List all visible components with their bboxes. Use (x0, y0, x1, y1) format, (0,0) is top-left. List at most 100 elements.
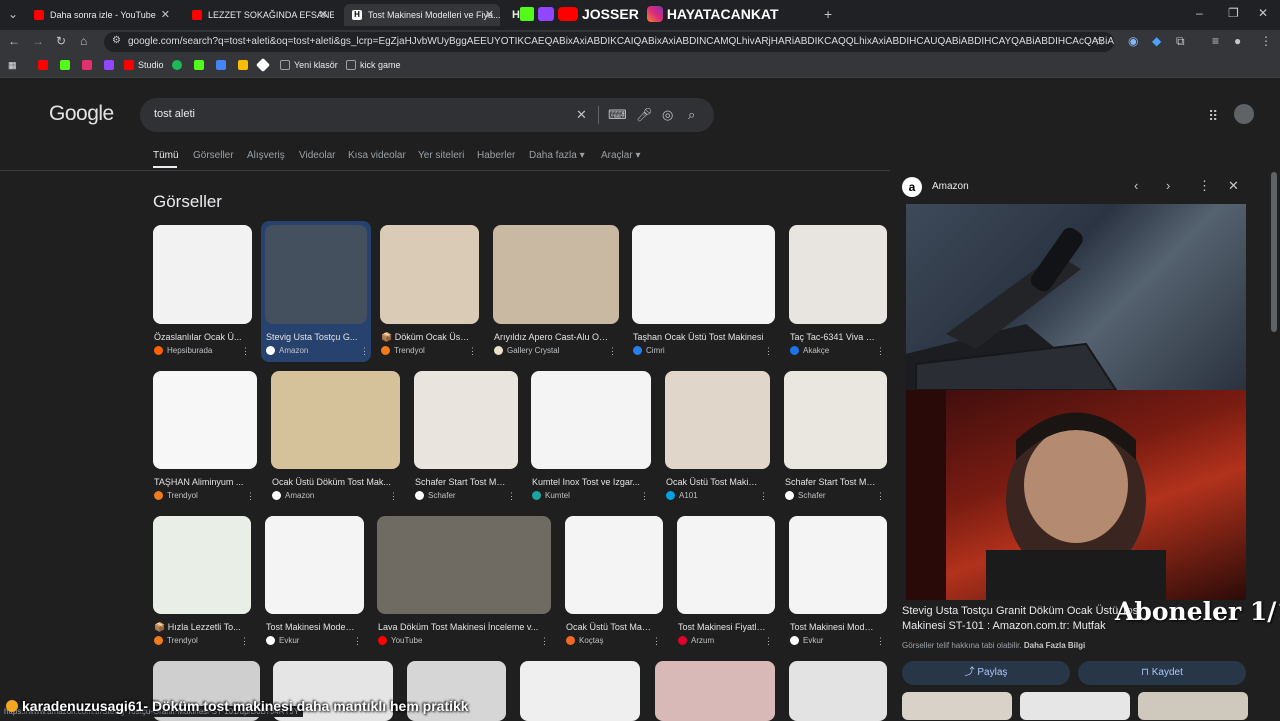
back-icon[interactable]: ← (8, 34, 20, 48)
tab-lezzet-sokagi[interactable]: LEZZET SOKAĞINDA EFSANE S... ✕ (184, 4, 334, 26)
result-source[interactable]: Schafer (785, 491, 826, 500)
bookmark-ext[interactable] (216, 60, 230, 70)
result-thumbnail[interactable] (414, 371, 518, 469)
result-thumbnail[interactable] (377, 516, 551, 614)
result-thumbnail[interactable] (789, 661, 887, 721)
tab-shopping[interactable]: Alışveriş (247, 150, 285, 161)
result-source[interactable]: Trendyol (381, 346, 425, 355)
tab-all[interactable]: Tümü (153, 150, 179, 161)
result-thumbnail[interactable] (655, 661, 775, 721)
related-image[interactable] (1020, 692, 1130, 720)
image-result-card[interactable]: Özaslanlılar Ocak Ü... Hepsiburada ⋮ (153, 225, 252, 366)
image-result-card[interactable]: Taşhan Ocak Üstü Tost Makinesi Cimri ⋮ (632, 225, 775, 366)
tab-more[interactable]: Daha fazla ▾ (529, 150, 585, 161)
scrollbar[interactable] (1271, 172, 1277, 332)
image-result-card[interactable] (789, 661, 887, 721)
result-thumbnail[interactable] (531, 371, 651, 469)
result-source[interactable]: Koçtaş (566, 636, 603, 645)
image-result-card[interactable]: Ocak Üstü Tost Maki... Koçtaş ⋮ (565, 516, 663, 656)
result-source[interactable]: YouTube (378, 636, 422, 645)
google-apps-icon[interactable]: ⠿ (1208, 108, 1218, 125)
bookmark-spotify[interactable] (172, 60, 186, 70)
result-title[interactable]: Stevig Usta Tostçu G... (266, 332, 366, 342)
result-title[interactable]: Özaslanlılar Ocak Ü... (154, 332, 243, 342)
result-title[interactable]: Taç Tac-6341 Viva D... (790, 332, 878, 342)
menu-kebab-icon[interactable]: ⋮ (1260, 34, 1272, 48)
panel-source[interactable]: Amazon (932, 181, 969, 192)
result-source[interactable]: A101 (666, 491, 698, 500)
result-thumbnail[interactable] (520, 661, 640, 721)
search-box[interactable]: tost aleti ✕ ⌨ 🎤︎ ◎ ⌕ (140, 98, 714, 132)
google-logo[interactable]: Google (49, 102, 114, 126)
lens-icon[interactable]: ◎ (662, 107, 673, 123)
image-result-card[interactable]: Ocak Üstü Tost Makinesi A101 ⋮ (665, 371, 770, 511)
result-title[interactable]: Schafer Start Tost Ma... (785, 477, 878, 487)
forward-icon[interactable]: → (32, 34, 44, 48)
image-result-card[interactable]: TAŞHAN Aliminyum ... Trendyol ⋮ (153, 371, 257, 511)
extension-shield-icon[interactable]: ◆ (1152, 34, 1161, 48)
search-input[interactable]: tost aleti (154, 108, 195, 120)
more-options-icon[interactable]: ⋮ (876, 346, 885, 357)
image-result-card[interactable]: 📦 Hızla Lezzetli To... Trendyol ⋮ (153, 516, 251, 656)
bookmark-kick-2[interactable] (194, 60, 208, 70)
close-icon[interactable]: ✕ (319, 8, 328, 21)
result-source[interactable]: Hepsiburada (154, 346, 212, 355)
new-tab-icon[interactable]: + (824, 6, 832, 22)
result-title[interactable]: Lava Döküm Tost Makinesi İnceleme v... (378, 622, 542, 632)
more-options-icon[interactable]: ⋮ (764, 636, 773, 647)
result-thumbnail[interactable] (632, 225, 775, 324)
result-source[interactable]: Akakçe (790, 346, 829, 355)
bookmark-kick[interactable] (60, 60, 74, 70)
more-options-icon[interactable]: ⋮ (608, 346, 617, 357)
image-result-card[interactable]: Ocak Üstü Döküm Tost Mak... Amazon ⋮ (271, 371, 400, 511)
microphone-icon[interactable]: 🎤︎ (636, 107, 653, 123)
more-options-icon[interactable]: ⋮ (246, 491, 255, 502)
more-options-icon[interactable]: ⋮ (640, 491, 649, 502)
image-result-card[interactable]: Arıyıldız Apero Cast-Alu Oc... Gallery Cr… (493, 225, 619, 366)
result-title[interactable]: Kumtel Inox Tost ve Izgar... (532, 477, 642, 487)
image-result-card[interactable]: Lava Döküm Tost Makinesi İnceleme v... Yo… (377, 516, 551, 656)
result-title[interactable]: Ocak Üstü Tost Maki... (566, 622, 654, 632)
image-result-card[interactable]: Kumtel Inox Tost ve Izgar... Kumtel ⋮ (531, 371, 651, 511)
reload-icon[interactable]: ↻ (56, 34, 66, 48)
bookmark-ext-2[interactable] (238, 60, 252, 70)
profile-avatar-icon[interactable]: ● (1234, 34, 1241, 48)
result-source[interactable]: Trendyol (154, 491, 198, 500)
result-source[interactable]: Amazon (272, 491, 314, 500)
image-result-card[interactable]: Tost Makinesi Fiyatla... Arzum ⋮ (677, 516, 775, 656)
result-thumbnail[interactable] (153, 516, 251, 614)
result-title[interactable]: Tost Makinesi Modell... (790, 622, 878, 632)
maximize-icon[interactable]: ❐ (1228, 6, 1239, 20)
result-title[interactable]: Arıyıldız Apero Cast-Alu Oc... (494, 332, 610, 342)
more-options-icon[interactable]: ⋮ (241, 346, 250, 357)
result-thumbnail[interactable] (784, 371, 887, 469)
preview-image[interactable] (906, 204, 1246, 390)
tab-images[interactable]: Görseller (193, 150, 234, 161)
image-result-card[interactable] (655, 661, 775, 721)
avatar[interactable] (1234, 104, 1254, 124)
close-icon[interactable]: ✕ (1228, 178, 1239, 194)
result-title[interactable]: Tost Makinesi Fiyatla... (678, 622, 766, 632)
address-bar[interactable]: ⚙ google.com/search?q=tost+aleti&oq=tost… (104, 32, 1114, 52)
result-title[interactable]: Schafer Start Tost Mak... (415, 477, 509, 487)
result-title[interactable]: Tost Makinesi Modell... (266, 622, 355, 632)
result-title[interactable]: Taşhan Ocak Üstü Tost Makinesi (633, 332, 766, 342)
result-thumbnail[interactable] (265, 516, 364, 614)
tab-videos[interactable]: Videolar (299, 150, 336, 161)
tab-tools[interactable]: Araçlar ▾ (601, 150, 640, 161)
tab-youtube-watch-later[interactable]: Daha sonra izle - YouTube ✕ (26, 4, 176, 26)
keyboard-icon[interactable]: ⌨ (608, 107, 627, 123)
result-thumbnail[interactable] (665, 371, 770, 469)
more-options-icon[interactable]: ⋮ (468, 346, 477, 357)
image-result-card[interactable]: Tost Makinesi Modell... Evkur ⋮ (265, 516, 364, 656)
previous-icon[interactable]: ‹ (1134, 178, 1138, 193)
tab-news[interactable]: Haberler (477, 150, 515, 161)
bookmark-instagram[interactable] (82, 60, 96, 70)
more-options-icon[interactable]: ⋮ (652, 636, 661, 647)
more-options-icon[interactable]: ⋮ (540, 636, 549, 647)
image-result-card[interactable]: Schafer Start Tost Ma... Schafer ⋮ (784, 371, 887, 511)
bookmark-twitch[interactable] (104, 60, 118, 70)
related-image[interactable] (902, 692, 1012, 720)
result-thumbnail[interactable] (265, 225, 367, 324)
result-source[interactable]: Amazon (266, 346, 308, 355)
